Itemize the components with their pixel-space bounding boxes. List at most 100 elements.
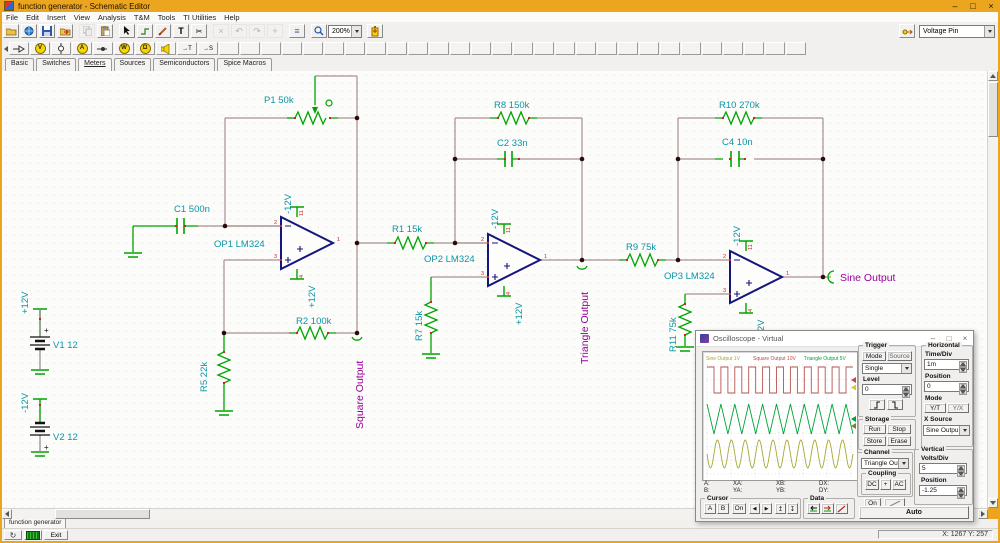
potentiometer-p1[interactable]: P1 50k xyxy=(264,95,333,126)
zoom-tool-button[interactable] xyxy=(311,24,327,38)
resistor-r7[interactable]: R7 15k xyxy=(414,301,439,341)
opamp-op1[interactable]: OP1 LM324 2 3 1 11 4 -12V +12V xyxy=(214,193,340,308)
palette-empty-cell[interactable] xyxy=(219,42,239,55)
resistor-r9[interactable]: R9 75k xyxy=(626,242,659,268)
palette-empty-cell[interactable] xyxy=(681,42,701,55)
text-tool-button[interactable]: T xyxy=(173,24,189,38)
cursor-left-button[interactable]: ◀ xyxy=(749,503,760,514)
scroll-down-button[interactable] xyxy=(988,498,998,508)
palette-empty-cell[interactable] xyxy=(303,42,323,55)
vposition-input[interactable]: -1.25 xyxy=(919,485,967,499)
trigger-mode-button[interactable]: Mode xyxy=(862,351,886,361)
palette-empty-cell[interactable] xyxy=(555,42,575,55)
menu-tm[interactable]: T&M xyxy=(130,13,154,22)
menu-help[interactable]: Help xyxy=(220,13,243,22)
palette-empty-cell[interactable] xyxy=(261,42,281,55)
redo-button[interactable]: ↷ xyxy=(249,24,265,38)
pin-type-combo[interactable]: Voltage Pin xyxy=(919,24,995,38)
mode-yx-button[interactable]: Y/X xyxy=(947,403,969,413)
voltsdiv-input[interactable]: 5 xyxy=(919,463,967,477)
vscroll-thumb[interactable] xyxy=(988,82,998,137)
palette-scroll-left[interactable] xyxy=(2,42,9,55)
palette-s-meter[interactable]: →S xyxy=(198,42,218,55)
vertical-scrollbar[interactable] xyxy=(987,71,998,508)
palette-empty-cell[interactable] xyxy=(240,42,260,55)
palette-empty-cell[interactable] xyxy=(639,42,659,55)
tab-switches[interactable]: Switches xyxy=(36,58,77,71)
opamp-op3[interactable]: OP3 LM324 2 3 1 11 4 -12V +12V xyxy=(664,225,789,342)
palette-empty-cell[interactable] xyxy=(429,42,449,55)
menu-tools[interactable]: Tools xyxy=(154,13,180,22)
xsource-select[interactable]: Sine Outpu xyxy=(923,425,970,436)
select-tool-button[interactable] xyxy=(119,24,135,38)
cursor-right-button[interactable]: ▶ xyxy=(761,503,772,514)
component-edit-button[interactable] xyxy=(367,24,383,38)
mode-yt-button[interactable]: Y/T xyxy=(924,403,946,413)
trigger-level-input[interactable]: 0 xyxy=(862,384,912,398)
resistor-r8[interactable]: R8 150k xyxy=(494,100,530,126)
cursor-down-button[interactable]: ↧ xyxy=(787,503,798,514)
palette-empty-cell[interactable] xyxy=(660,42,680,55)
storage-erase-button[interactable]: Erase xyxy=(887,436,911,446)
cut-tool-button[interactable]: ✂ xyxy=(191,24,207,38)
palette-empty-cell[interactable] xyxy=(765,42,785,55)
resistor-r5[interactable]: R5 22k xyxy=(199,351,232,392)
data-import-button[interactable] xyxy=(807,503,820,514)
storage-run-button[interactable]: Run xyxy=(863,424,886,434)
hscroll-thumb[interactable] xyxy=(55,509,150,519)
spinner[interactable] xyxy=(957,487,965,499)
live-view-button[interactable] xyxy=(24,530,42,540)
palette-empty-cell[interactable] xyxy=(597,42,617,55)
palette-ammeter[interactable]: A xyxy=(72,42,92,55)
palette-empty-cell[interactable] xyxy=(702,42,722,55)
minimize-button[interactable]: – xyxy=(946,1,964,11)
dropdown-arrow-icon[interactable] xyxy=(959,426,969,435)
palette-empty-cell[interactable] xyxy=(366,42,386,55)
pin-mode-button[interactable] xyxy=(899,24,915,38)
oscilloscope-window[interactable]: Oscilloscope - Virtual – □ × Sine Output… xyxy=(695,330,974,522)
cursor-on-button[interactable]: On xyxy=(732,503,746,514)
menu-ti-utilities[interactable]: TI Utilities xyxy=(179,13,220,22)
menu-analysis[interactable]: Analysis xyxy=(94,13,130,22)
dropdown-arrow-icon[interactable] xyxy=(351,25,361,37)
coupling-dc-button[interactable]: DC xyxy=(865,479,879,490)
palette-empty-cell[interactable] xyxy=(786,42,806,55)
scroll-right-button[interactable] xyxy=(978,509,988,519)
data-curve-button[interactable] xyxy=(835,503,848,514)
palette-ohmmeter[interactable]: Ω xyxy=(135,42,155,55)
add-button[interactable]: + xyxy=(267,24,283,38)
undo-button[interactable]: ↶ xyxy=(231,24,247,38)
menu-edit[interactable]: Edit xyxy=(22,13,43,22)
spinner[interactable] xyxy=(902,386,910,398)
menu-insert[interactable]: Insert xyxy=(43,13,70,22)
list-view-button[interactable]: ≡ xyxy=(289,24,305,38)
palette-pin[interactable] xyxy=(93,42,113,55)
maximize-button[interactable]: □ xyxy=(964,1,982,11)
palette-empty-cell[interactable] xyxy=(618,42,638,55)
palette-empty-cell[interactable] xyxy=(387,42,407,55)
channel-select[interactable]: Triangle Outp xyxy=(861,458,909,469)
scroll-left-button[interactable] xyxy=(2,509,12,519)
delete-button[interactable]: × xyxy=(213,24,229,38)
coupling-ac-button[interactable]: AC xyxy=(892,479,906,490)
cursor-a-button[interactable]: A xyxy=(704,503,716,514)
trigger-falling-edge-button[interactable] xyxy=(887,399,903,410)
palette-ammeter-inline[interactable] xyxy=(51,42,71,55)
capacitor-c4[interactable]: C4 10n xyxy=(722,137,753,167)
spinner[interactable] xyxy=(959,383,967,395)
spinner[interactable] xyxy=(957,465,965,477)
dropdown-arrow-icon[interactable] xyxy=(901,364,911,373)
palette-empty-cell[interactable] xyxy=(744,42,764,55)
capacitor-c1[interactable]: C1 500n xyxy=(174,204,210,234)
palette-empty-cell[interactable] xyxy=(408,42,428,55)
battery-v2[interactable]: + V2 12 -12V xyxy=(20,392,78,452)
capacitor-c2[interactable]: C2 33n xyxy=(497,138,528,167)
trigger-rising-edge-button[interactable] xyxy=(869,399,885,410)
battery-v1[interactable]: + V1 12 +12V xyxy=(20,291,78,369)
tab-sources[interactable]: Sources xyxy=(113,58,152,71)
palette-empty-cell[interactable] xyxy=(471,42,491,55)
cursor-b-button[interactable]: B xyxy=(717,503,729,514)
exit-button[interactable]: Exit xyxy=(44,530,68,540)
palette-empty-cell[interactable] xyxy=(534,42,554,55)
dropdown-arrow-icon[interactable] xyxy=(984,25,994,37)
